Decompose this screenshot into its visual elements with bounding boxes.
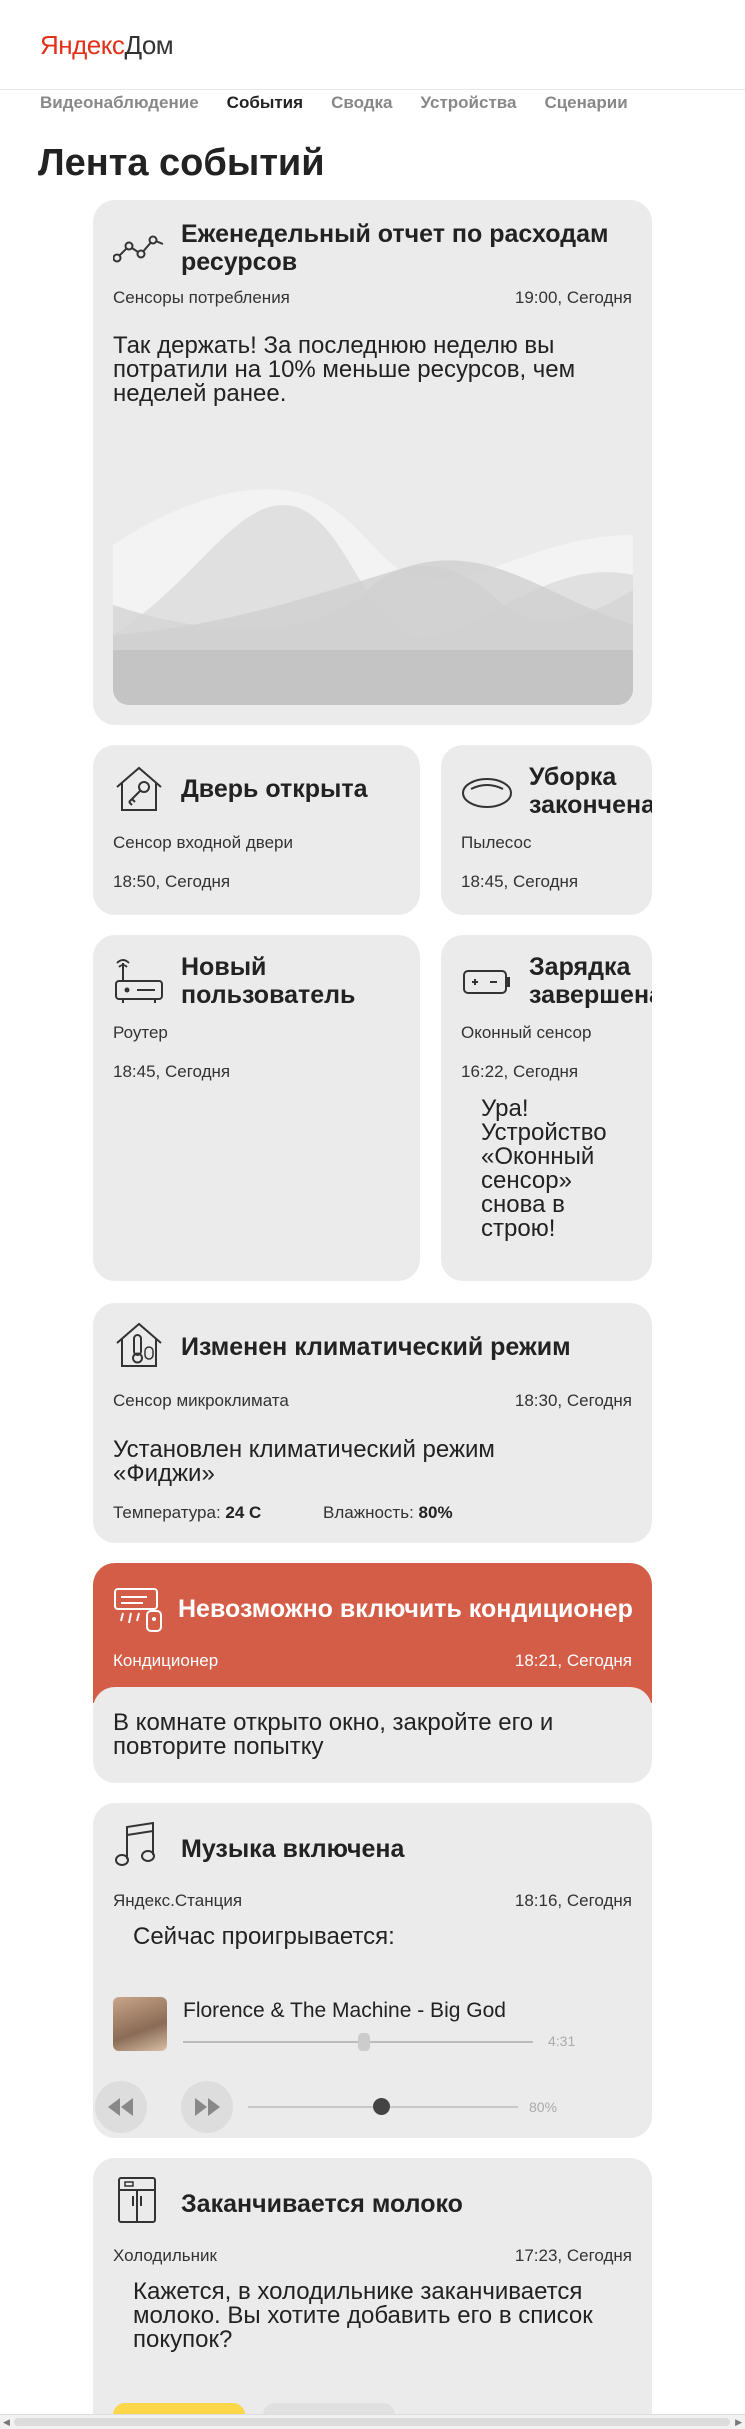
header: ЯндексДом — [0, 0, 745, 90]
card-source: Кондиционер — [113, 1651, 219, 1670]
card-title: Заканчивается молоко — [181, 2190, 463, 2218]
card-message: Сейчас проигрывается: — [133, 1923, 395, 1950]
air-conditioner-icon — [114, 1588, 162, 1632]
card-time: 18:45, Сегодня — [113, 1062, 231, 1081]
card-title: Изменен климатический режим — [181, 1333, 571, 1361]
card-source: Роутер — [113, 1023, 168, 1042]
card-time: 18:16, Сегодня — [514, 1891, 632, 1910]
scroll-right-icon[interactable]: ▶ — [735, 2417, 742, 2428]
nav-item-events[interactable]: События — [227, 93, 303, 113]
router-icon — [115, 959, 163, 1003]
card-message: В комнате открыто окно, закройте его и п… — [113, 1709, 554, 1760]
card-source: Сенсор микроклимата — [113, 1391, 289, 1410]
card-time: 18:50, Сегодня — [113, 872, 231, 891]
event-card-ac-error[interactable]: Невозможно включить кондиционер Кондицио… — [93, 1563, 652, 1783]
card-time: 18:45, Сегодня — [461, 872, 579, 891]
card-source: Оконный сенсор — [461, 1023, 592, 1042]
event-card-cleaning[interactable]: Уборка закончена Пылесос 18:45, Сегодня — [441, 745, 652, 915]
scroll-left-icon[interactable]: ◀ — [3, 2417, 10, 2428]
card-source: Сенсор входной двери — [113, 833, 294, 852]
fridge-icon — [118, 2177, 156, 2223]
page-title: Лента событий — [38, 142, 325, 184]
event-card-door[interactable]: Дверь открыта Сенсор входной двери 18:50… — [93, 745, 420, 915]
card-time: 17:23, Сегодня — [514, 2246, 632, 2265]
main-nav: Видеонаблюдение События Сводка Устройств… — [40, 93, 628, 113]
nav-item-devices[interactable]: Устройства — [420, 93, 516, 113]
alert-header — [93, 1563, 652, 1703]
house-thermometer-icon — [116, 1322, 162, 1367]
event-card-milk[interactable]: Заканчивается молоко Холодильник 17:23, … — [93, 2158, 652, 2429]
event-card-climate[interactable]: Изменен климатический режим Сенсор микро… — [93, 1303, 652, 1543]
card-source: Сенсоры потребления — [113, 288, 290, 307]
card-time: 18:21, Сегодня — [514, 1651, 632, 1670]
alert-body: В комнате открыто окно, закройте его и п… — [93, 1687, 652, 1783]
card-message: Так держать! За последнюю неделю вы потр… — [113, 332, 576, 407]
battery-icon — [463, 970, 510, 994]
logo-ya: Яндекс — [40, 30, 125, 60]
album-cover — [113, 1997, 167, 2051]
card-source: Холодильник — [113, 2246, 217, 2265]
house-key-icon — [116, 766, 162, 811]
rewind-icon — [108, 2098, 133, 2116]
next-button[interactable] — [181, 2081, 233, 2133]
horizontal-scrollbar[interactable]: ◀ ▶ — [0, 2414, 745, 2429]
card-message: Ура! Устройство «Оконный сенсор» снова в… — [481, 1095, 607, 1242]
fast-forward-icon — [195, 2098, 220, 2116]
card-time: 19:00, Сегодня — [514, 288, 632, 307]
card-title: Уборка закончена — [529, 763, 652, 819]
event-card-music[interactable]: Музыка включена Яндекс.Станция 18:16, Се… — [93, 1803, 652, 2138]
temperature-readout: Температура: 24 С — [113, 1503, 262, 1522]
volume-slider[interactable] — [248, 2098, 518, 2115]
track-progress[interactable] — [183, 2033, 533, 2051]
track-title: Florence & The Machine - Big God — [183, 1999, 506, 2022]
card-time: 16:22, Сегодня — [461, 1062, 579, 1081]
card-title: Еженедельный отчет по расходам ресурсов — [181, 220, 609, 276]
music-note-icon — [115, 1821, 155, 1866]
event-card-new-user[interactable]: Новый пользователь Роутер 18:45, Сегодня — [93, 935, 420, 1281]
progress-knob[interactable] — [358, 2033, 370, 2051]
scroll-thumb[interactable] — [14, 2418, 730, 2426]
volume-knob[interactable] — [373, 2098, 390, 2115]
card-title: Зарядка завершена — [529, 953, 652, 1009]
card-time: 18:30, Сегодня — [514, 1391, 632, 1410]
event-card-weekly-report[interactable]: Еженедельный отчет по расходам ресурсов … — [93, 200, 652, 725]
event-card-charging[interactable]: Зарядка завершена Оконный сенсор 16:22, … — [441, 935, 652, 1281]
logo-dom: Дом — [124, 30, 174, 60]
yandex-dom-logo[interactable]: ЯндексДом — [40, 30, 174, 61]
card-message: Кажется, в холодильнике заканчивается мо… — [133, 2278, 593, 2353]
nav-item-summary[interactable]: Сводка — [331, 93, 392, 113]
humidity-readout: Влажность: 80% — [323, 1503, 453, 1522]
track-duration: 4:31 — [548, 2033, 576, 2049]
nav-item-video[interactable]: Видеонаблюдение — [40, 93, 199, 113]
card-source: Яндекс.Станция — [113, 1891, 243, 1910]
nav-item-scenarios[interactable]: Сценарии — [544, 93, 627, 113]
card-title: Новый пользователь — [181, 953, 356, 1009]
previous-button[interactable] — [95, 2081, 147, 2133]
volume-value: 80% — [529, 2099, 558, 2115]
consumption-area-chart — [113, 485, 633, 705]
line-chart-icon — [113, 235, 164, 263]
card-title: Музыка включена — [181, 1835, 405, 1863]
card-title: Дверь открыта — [181, 775, 368, 803]
card-title: Невозможно включить кондиционер — [178, 1595, 633, 1623]
card-source: Пылесос — [461, 833, 532, 852]
card-message: Установлен климатический режим «Фиджи» — [113, 1436, 495, 1487]
robot-vacuum-icon — [462, 778, 512, 808]
